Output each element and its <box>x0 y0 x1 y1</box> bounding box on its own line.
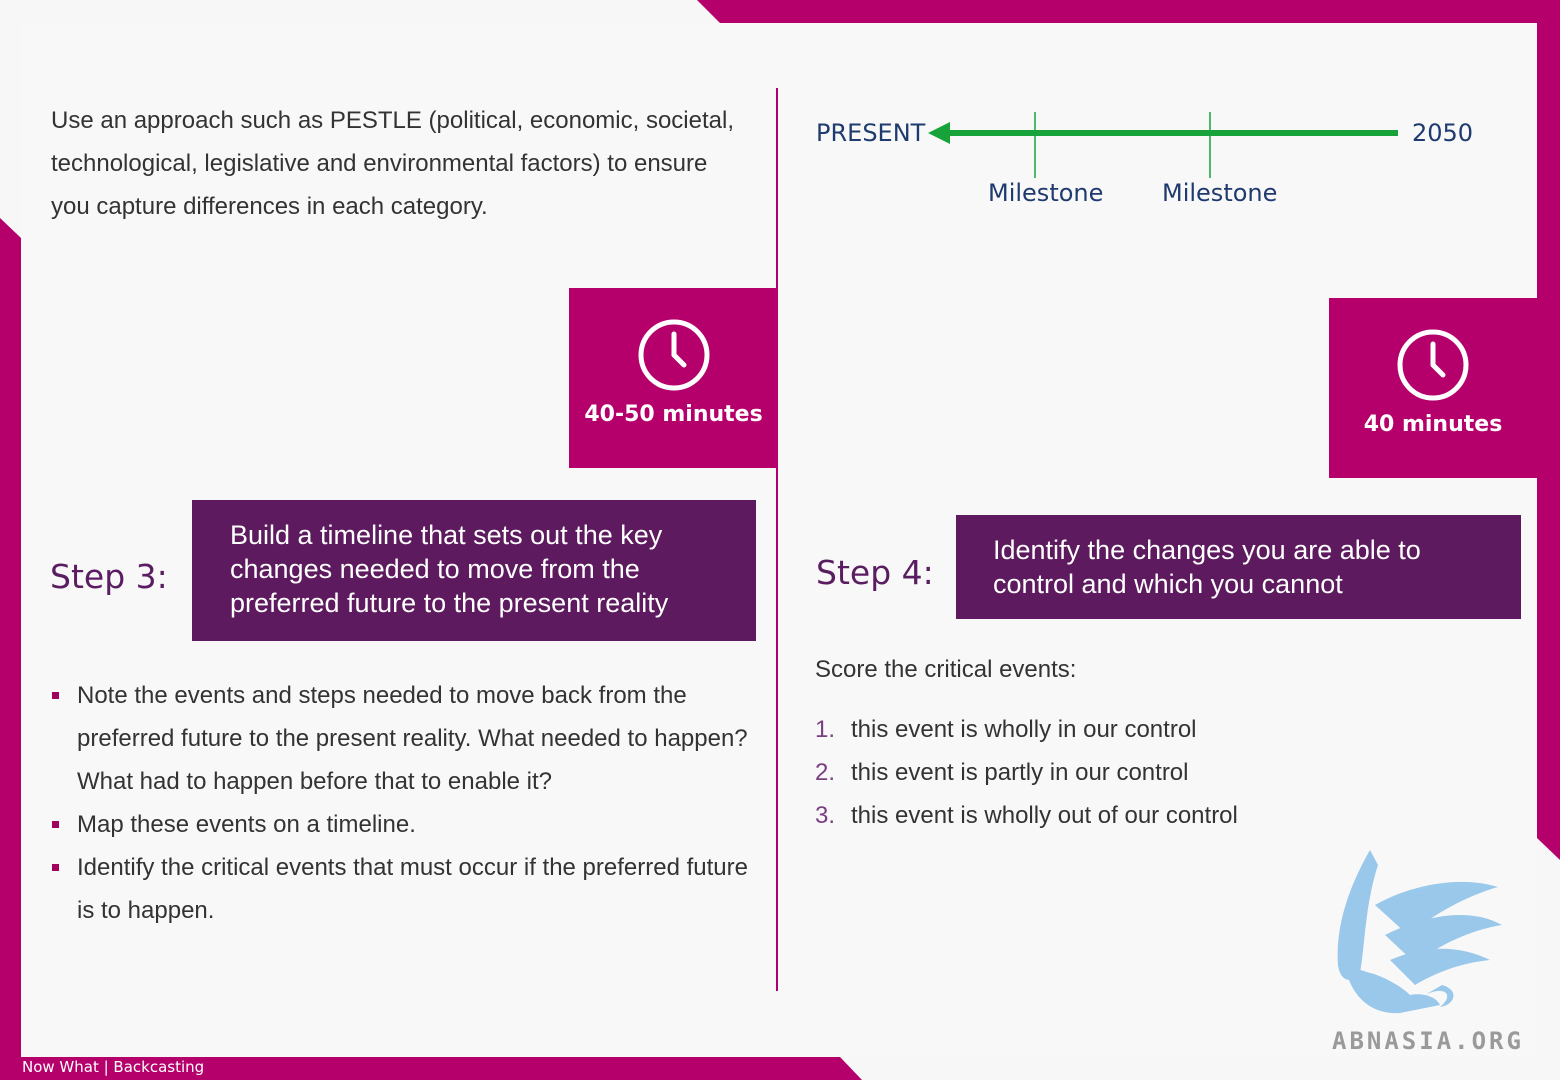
clock-icon <box>638 319 709 391</box>
footer-text: Now What | Backcasting <box>22 1058 205 1076</box>
step4-label: Step 4: <box>816 553 934 592</box>
bullet-square-icon <box>52 821 59 828</box>
step4-time-box: 40 minutes <box>1329 298 1537 478</box>
bullet-square-icon <box>52 692 59 699</box>
score-title: Score the critical events: <box>815 656 1077 683</box>
list-item: Identify the critical events that must o… <box>50 846 750 932</box>
list-item: Note the events and steps needed to move… <box>50 674 750 803</box>
list-item: 3. this event is wholly out of our contro… <box>815 802 1238 829</box>
step4-title-box: Identify the changes you are able to con… <box>956 515 1521 619</box>
list-item: 2. this event is partly in our control <box>815 759 1189 786</box>
intro-paragraph: Use an approach such as PESTLE (politica… <box>51 107 735 220</box>
clock-icon <box>1397 329 1469 401</box>
griffin-logo-icon <box>1337 850 1502 1014</box>
step4-time-label: 40 minutes <box>1363 412 1503 437</box>
logo-text: ABNASIA.ORG <box>1332 1027 1524 1055</box>
step3-bullet-list: Note the events and steps needed to move… <box>50 674 750 932</box>
timeline-milestone-label: Milestone <box>988 179 1104 207</box>
score-list: 1. this event is wholly in our control 2.… <box>815 708 1238 837</box>
list-item: Map these events on a timeline. <box>50 803 750 846</box>
timeline-start-label: PRESENT <box>816 119 926 147</box>
list-item: 1. this event is wholly in our control <box>815 716 1197 743</box>
step3-time-label: 40-50 minutes <box>584 402 763 427</box>
step3-label: Step 3: <box>50 557 168 596</box>
step3-time-box: 40-50 minutes <box>569 288 778 468</box>
timeline-milestone-label: Milestone <box>1162 179 1278 207</box>
step3-title-box: Build a timeline that sets out the key c… <box>192 500 756 641</box>
column-divider <box>776 88 778 991</box>
bullet-square-icon <box>52 864 59 871</box>
timeline-diagram: PRESENT 2050 Milestone Milestone <box>810 110 1490 220</box>
timeline-end-label: 2050 <box>1412 119 1474 147</box>
